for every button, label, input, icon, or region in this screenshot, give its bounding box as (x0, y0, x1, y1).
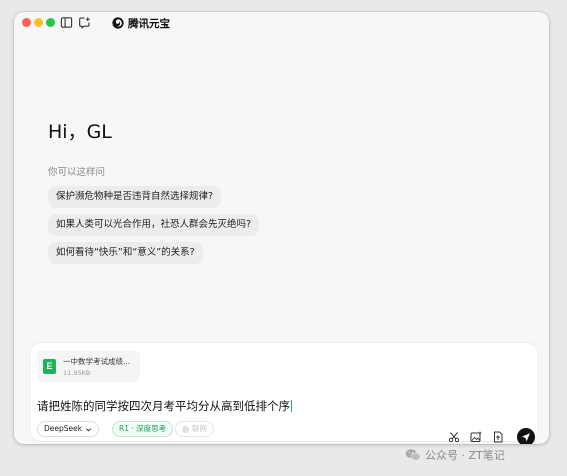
scissors-icon[interactable] (448, 431, 460, 443)
maximize-window-button[interactable] (46, 18, 55, 27)
send-button[interactable] (517, 428, 535, 444)
text-caret (291, 400, 292, 412)
prompt-input[interactable]: 请把姓陈的同学按四次月考平均分从高到低排个序 (37, 398, 292, 414)
message-composer: E 一中数学考试成绩... 11.95KB 请把姓陈的同学按四次月考平均分从高到… (30, 343, 538, 444)
attachment-card[interactable]: E 一中数学考试成绩... 11.95KB (37, 350, 140, 382)
excel-file-icon: E (43, 359, 56, 374)
close-window-button[interactable] (22, 18, 31, 27)
app-window: 腾讯元宝 Hi，GL 你可以这样问 保护濒危物种是否违背自然选择规律? 如果人类… (14, 12, 549, 444)
model-selector-label: DeepSeek (44, 424, 83, 433)
send-icon (522, 433, 530, 442)
minimize-window-button[interactable] (34, 18, 43, 27)
app-title: 腾讯元宝 (128, 17, 170, 30)
image-upload-icon[interactable] (470, 431, 482, 443)
suggestion-chip[interactable]: 保护濒危物种是否违背自然选择规律? (48, 186, 222, 208)
greeting-heading: Hi，GL (48, 121, 112, 143)
file-upload-icon[interactable] (492, 431, 504, 443)
wechat-watermark: 公众号 · ZT笔记 (405, 447, 505, 463)
yuanbao-logo-icon (112, 17, 124, 29)
sidebar-toggle-icon[interactable] (60, 16, 73, 29)
web-search-label: 联网 (192, 424, 207, 433)
attachment-size: 11.95KB (63, 369, 91, 377)
chevron-down-icon (86, 427, 92, 431)
watermark-text: 公众号 · ZT笔记 (425, 449, 505, 462)
model-selector[interactable]: DeepSeek (37, 421, 100, 437)
new-chat-icon[interactable] (78, 16, 91, 29)
prompt-input-value: 请把姓陈的同学按四次月考平均分从高到低排个序 (37, 399, 290, 413)
suggestion-chip[interactable]: 如何看待“快乐”和“意义”的关系? (48, 242, 203, 264)
attachment-name: 一中数学考试成绩... (63, 357, 131, 366)
app-brand: 腾讯元宝 (112, 15, 170, 31)
deep-think-label: R1 · 深度思考 (119, 424, 167, 433)
globe-icon (182, 425, 189, 433)
title-bar: 腾讯元宝 (14, 12, 549, 36)
deep-think-toggle[interactable]: R1 · 深度思考 (112, 421, 174, 437)
suggestions-label: 你可以这样问 (48, 167, 106, 178)
wechat-icon (405, 449, 421, 461)
web-search-toggle[interactable]: 联网 (175, 421, 214, 437)
suggestion-chip[interactable]: 如果人类可以光合作用，社恐人群会先灭绝吗? (48, 214, 260, 236)
